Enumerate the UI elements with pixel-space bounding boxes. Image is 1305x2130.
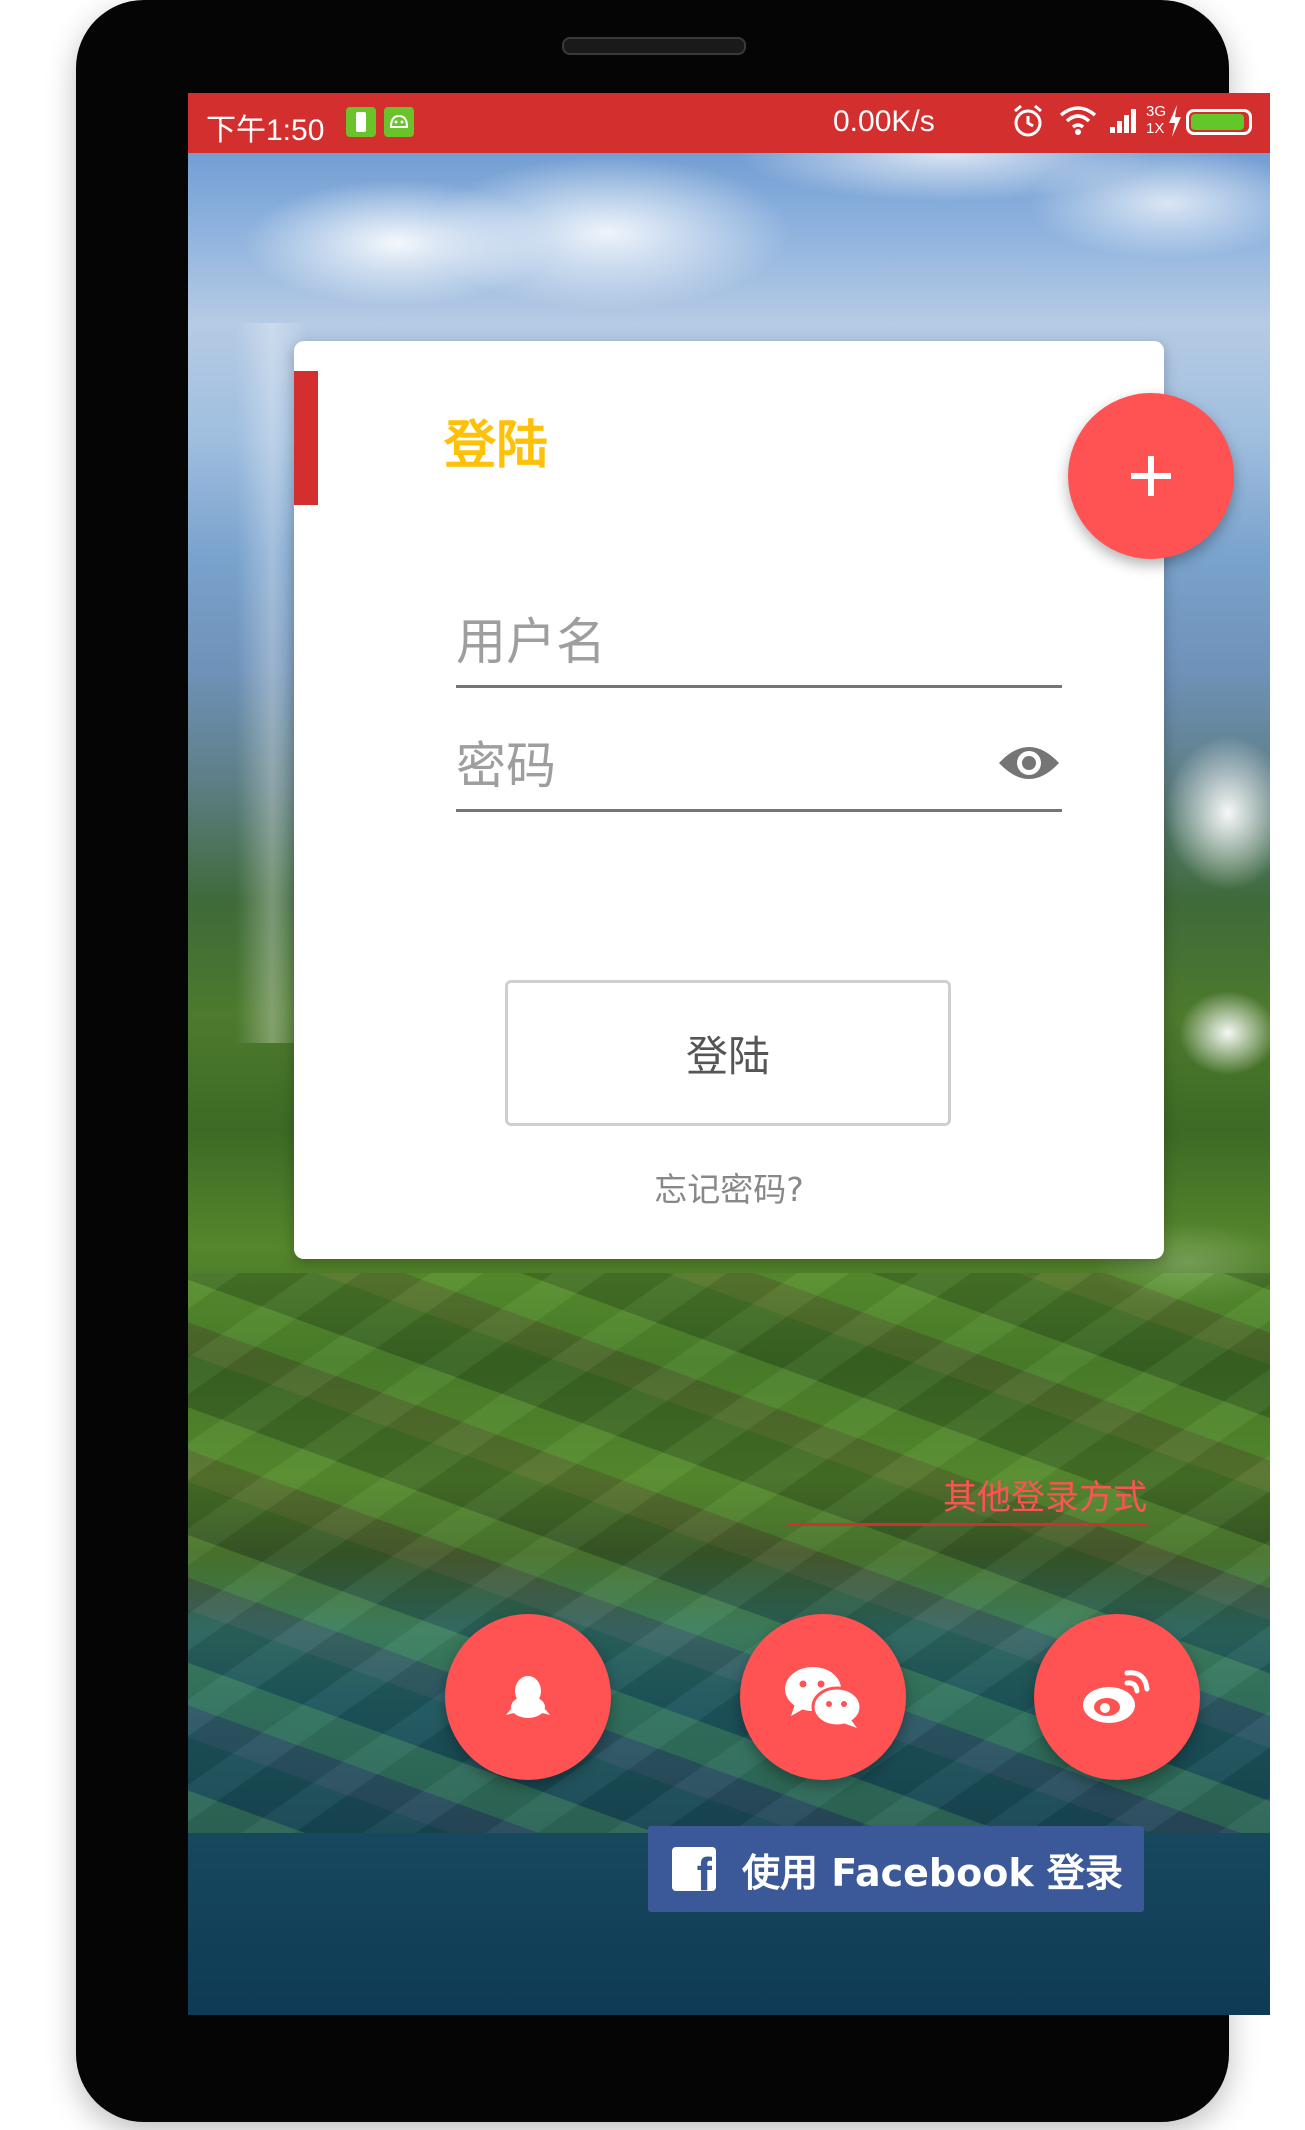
username-input[interactable] xyxy=(456,599,1062,685)
alarm-icon xyxy=(1011,103,1045,147)
wifi-icon xyxy=(1058,103,1098,145)
plus-icon xyxy=(1131,456,1171,496)
card-title: 登陆 xyxy=(444,416,549,476)
card-accent-bar xyxy=(294,371,318,505)
android-icon xyxy=(384,107,414,137)
wechat-icon xyxy=(785,1667,863,1728)
status-time: 下午1:50 xyxy=(206,114,325,147)
battery-level xyxy=(1191,114,1244,130)
facebook-login-button[interactable]: f 使用 Facebook 登录 xyxy=(648,1826,1144,1912)
wechat-login-button[interactable] xyxy=(740,1614,906,1780)
forgot-password-link[interactable]: 忘记密码? xyxy=(294,1163,1164,1211)
qq-icon xyxy=(506,1676,550,1718)
password-field[interactable] xyxy=(456,723,1062,812)
eye-icon[interactable] xyxy=(996,737,1062,789)
facebook-login-label: 使用 Facebook 登录 xyxy=(742,1850,1123,1895)
username-field[interactable] xyxy=(456,599,1062,688)
phone-speaker xyxy=(562,37,746,55)
facebook-icon: f xyxy=(672,1847,716,1891)
network-type: 3G 1X xyxy=(1146,103,1166,137)
network-type-top: 3G xyxy=(1146,103,1167,120)
network-type-bottom: 1X xyxy=(1146,120,1165,137)
signal-icon xyxy=(1108,103,1144,145)
other-login-link[interactable]: 其他登录方式 xyxy=(787,1470,1147,1526)
battery-icon xyxy=(1186,109,1252,135)
qq-login-button[interactable] xyxy=(445,1614,611,1780)
login-card: 登陆 登陆 忘记密码? xyxy=(294,341,1164,1259)
add-fab-button[interactable] xyxy=(1068,393,1234,559)
status-bar: 下午1:50 0.00K/s 3G 1X xyxy=(188,93,1270,153)
login-button[interactable]: 登陆 xyxy=(505,980,951,1126)
weibo-icon xyxy=(1083,1670,1150,1723)
weibo-login-button[interactable] xyxy=(1034,1614,1200,1780)
phone-frame: 下午1:50 0.00K/s 3G 1X 登陆 用户名 登陆 忘记密码? 其他登… xyxy=(76,0,1270,2122)
charging-icon xyxy=(1166,103,1184,147)
battery-saver-icon xyxy=(346,107,376,137)
network-speed: 0.00K/s xyxy=(833,105,935,138)
password-input[interactable] xyxy=(456,723,1062,809)
app-screen: 下午1:50 0.00K/s 3G 1X 登陆 用户名 登陆 忘记密码? 其他登… xyxy=(188,93,1270,2015)
